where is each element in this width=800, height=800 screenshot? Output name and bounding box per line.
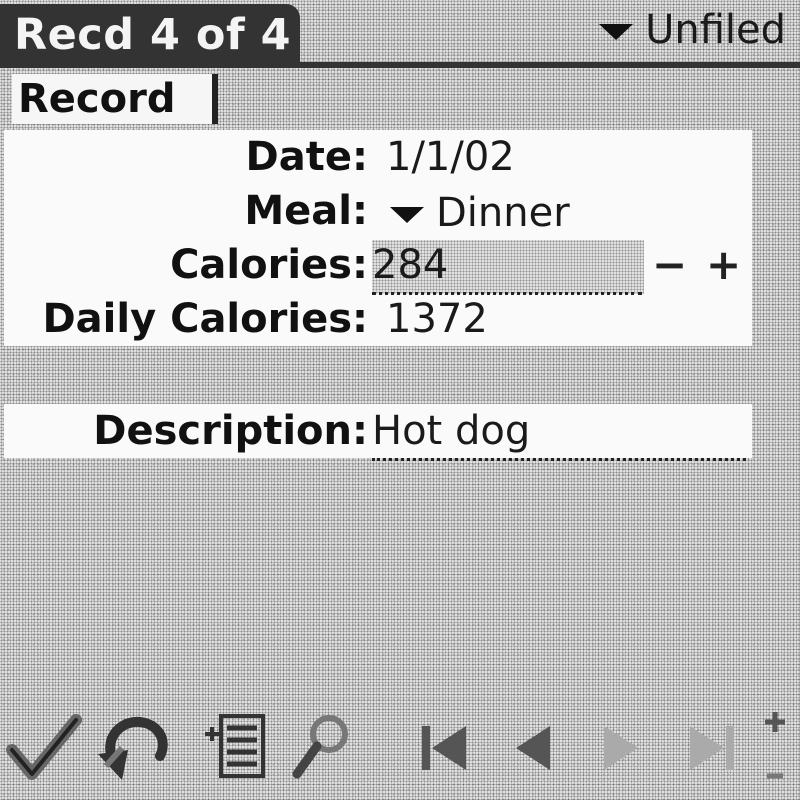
daily-calories-label: Daily Calories: (42, 296, 368, 342)
calories-increment-button[interactable]: + (706, 240, 741, 290)
checkmark-icon[interactable] (4, 706, 84, 790)
category-selector[interactable]: Unfiled (599, 6, 786, 54)
title-rule (0, 62, 800, 68)
description-input[interactable]: Hot dog (372, 408, 746, 461)
meal-value: Dinner (436, 190, 570, 236)
date-label: Date: (245, 134, 368, 180)
meal-selector[interactable]: Dinner (390, 188, 570, 238)
first-record-icon[interactable] (404, 706, 484, 790)
previous-record-icon[interactable] (496, 706, 576, 790)
category-label: Unfiled (645, 7, 786, 53)
record-title-tab: Recd 4 of 4 (0, 4, 300, 66)
calories-label: Calories: (170, 242, 368, 288)
section-tab-label: Record (18, 76, 176, 122)
section-tab-record[interactable]: Record (12, 74, 218, 124)
last-record-icon[interactable] (672, 706, 752, 790)
chevron-down-icon (599, 24, 634, 40)
chevron-down-icon (390, 207, 424, 223)
meal-label: Meal: (244, 188, 368, 234)
calories-input[interactable]: 284 (372, 242, 642, 295)
next-record-icon[interactable] (580, 706, 660, 790)
calories-decrement-button[interactable]: − (652, 240, 687, 290)
list-icon[interactable] (196, 706, 276, 790)
bottom-toolbar (0, 696, 800, 800)
scroll-icon[interactable] (752, 706, 798, 790)
description-label: Description: (93, 408, 368, 454)
daily-calories-value: 1372 (386, 296, 488, 342)
undo-icon[interactable] (94, 706, 174, 790)
date-value[interactable]: 1/1/02 (386, 134, 515, 184)
record-title: Recd 4 of 4 (14, 10, 292, 60)
find-icon[interactable] (282, 706, 362, 790)
